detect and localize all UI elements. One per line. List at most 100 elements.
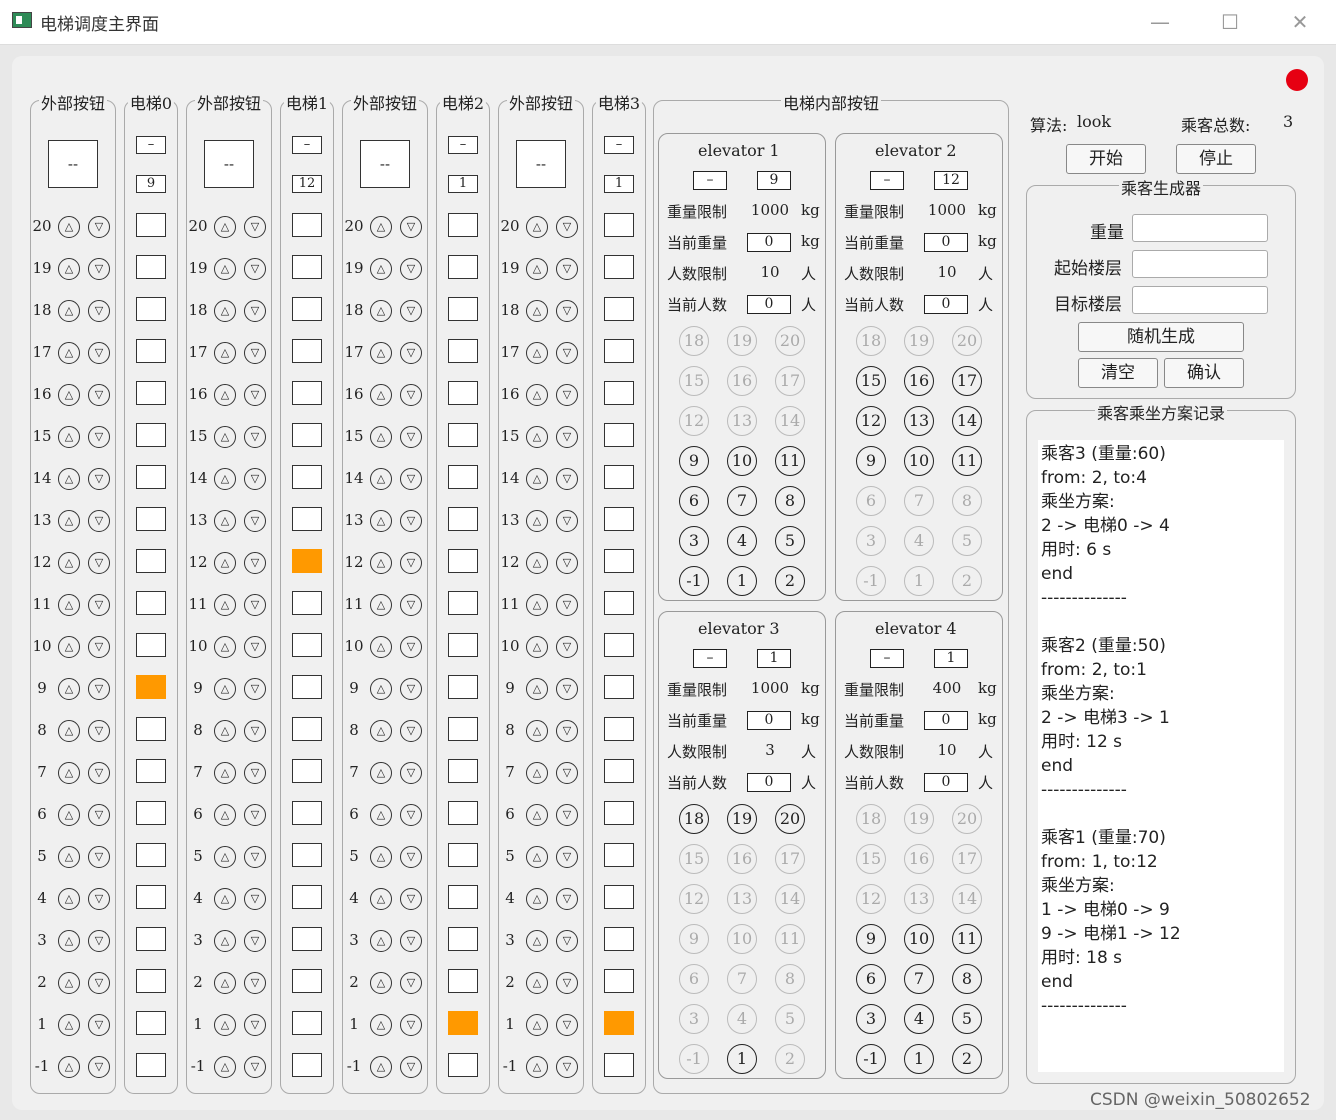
up-arrow-circle-icon[interactable]: △ (214, 510, 236, 532)
floor-button-3[interactable]: 3 (679, 526, 709, 556)
floor-button-10[interactable]: 10 (727, 446, 757, 476)
floor-button-11[interactable]: 11 (775, 446, 805, 476)
floor-button-7[interactable]: 7 (904, 486, 934, 516)
floor-button-4[interactable]: 4 (727, 526, 757, 556)
down-arrow-circle-icon[interactable]: ▽ (400, 804, 422, 826)
up-arrow-circle-icon[interactable]: △ (370, 888, 392, 910)
down-arrow-circle-icon[interactable]: ▽ (244, 762, 266, 784)
floor-button-20[interactable]: 20 (775, 804, 805, 834)
down-arrow-circle-icon[interactable]: ▽ (88, 468, 110, 490)
down-arrow-circle-icon[interactable]: ▽ (400, 552, 422, 574)
up-arrow-circle-icon[interactable]: △ (214, 762, 236, 784)
down-arrow-circle-icon[interactable]: ▽ (244, 888, 266, 910)
floor-button-4[interactable]: 4 (904, 1004, 934, 1034)
down-arrow-circle-icon[interactable]: ▽ (556, 1014, 578, 1036)
up-arrow-circle-icon[interactable]: △ (526, 846, 548, 868)
up-arrow-circle-icon[interactable]: △ (370, 762, 392, 784)
down-arrow-circle-icon[interactable]: ▽ (244, 972, 266, 994)
down-arrow-circle-icon[interactable]: ▽ (88, 636, 110, 658)
floor-button-19[interactable]: 19 (904, 804, 934, 834)
down-arrow-circle-icon[interactable]: ▽ (400, 1014, 422, 1036)
up-arrow-circle-icon[interactable]: △ (58, 426, 80, 448)
floor-button-11[interactable]: 11 (952, 924, 982, 954)
floor-button-8[interactable]: 8 (952, 964, 982, 994)
up-arrow-circle-icon[interactable]: △ (58, 510, 80, 532)
up-arrow-circle-icon[interactable]: △ (370, 804, 392, 826)
up-arrow-circle-icon[interactable]: △ (370, 1014, 392, 1036)
floor-button-3[interactable]: 3 (856, 526, 886, 556)
down-arrow-circle-icon[interactable]: ▽ (244, 846, 266, 868)
floor-button-6[interactable]: 6 (679, 964, 709, 994)
floor-button-20[interactable]: 20 (952, 804, 982, 834)
floor-button-8[interactable]: 8 (775, 486, 805, 516)
down-arrow-circle-icon[interactable]: ▽ (88, 720, 110, 742)
down-arrow-circle-icon[interactable]: ▽ (244, 720, 266, 742)
floor-button-6[interactable]: 6 (856, 964, 886, 994)
floor-button-15[interactable]: 15 (856, 366, 886, 396)
up-arrow-circle-icon[interactable]: △ (370, 1056, 392, 1078)
floor-button-12[interactable]: 12 (679, 406, 709, 436)
down-arrow-circle-icon[interactable]: ▽ (556, 594, 578, 616)
confirm-button[interactable]: 确认 (1164, 358, 1244, 388)
floor-button-13[interactable]: 13 (727, 884, 757, 914)
down-arrow-circle-icon[interactable]: ▽ (400, 426, 422, 448)
down-arrow-circle-icon[interactable]: ▽ (88, 510, 110, 532)
floor-button-19[interactable]: 19 (727, 804, 757, 834)
floor-button-9[interactable]: 9 (679, 446, 709, 476)
up-arrow-circle-icon[interactable]: △ (58, 468, 80, 490)
ride-log-text[interactable]: 乘客3 (重量:60) from: 2, to:4 乘坐方案: 2 -> 电梯0 ->… (1038, 440, 1284, 1072)
up-arrow-circle-icon[interactable]: △ (214, 930, 236, 952)
up-arrow-circle-icon[interactable]: △ (526, 720, 548, 742)
minimize-button[interactable]: — (1140, 8, 1180, 36)
floor-button-6[interactable]: 6 (856, 486, 886, 516)
down-arrow-circle-icon[interactable]: ▽ (400, 678, 422, 700)
up-arrow-circle-icon[interactable]: △ (526, 972, 548, 994)
floor-button-18[interactable]: 18 (679, 326, 709, 356)
up-arrow-circle-icon[interactable]: △ (526, 636, 548, 658)
up-arrow-circle-icon[interactable]: △ (526, 342, 548, 364)
up-arrow-circle-icon[interactable]: △ (58, 258, 80, 280)
up-arrow-circle-icon[interactable]: △ (526, 216, 548, 238)
down-arrow-circle-icon[interactable]: ▽ (556, 804, 578, 826)
up-arrow-circle-icon[interactable]: △ (370, 552, 392, 574)
up-arrow-circle-icon[interactable]: △ (214, 552, 236, 574)
up-arrow-circle-icon[interactable]: △ (214, 636, 236, 658)
floor-button-14[interactable]: 14 (775, 406, 805, 436)
up-arrow-circle-icon[interactable]: △ (214, 342, 236, 364)
floor-button-18[interactable]: 18 (856, 326, 886, 356)
up-arrow-circle-icon[interactable]: △ (526, 804, 548, 826)
down-arrow-circle-icon[interactable]: ▽ (556, 510, 578, 532)
down-arrow-circle-icon[interactable]: ▽ (400, 216, 422, 238)
up-arrow-circle-icon[interactable]: △ (370, 300, 392, 322)
down-arrow-circle-icon[interactable]: ▽ (556, 426, 578, 448)
floor-button-15[interactable]: 15 (679, 366, 709, 396)
floor-button-5[interactable]: 5 (775, 1004, 805, 1034)
down-arrow-circle-icon[interactable]: ▽ (556, 1056, 578, 1078)
up-arrow-circle-icon[interactable]: △ (58, 720, 80, 742)
down-arrow-circle-icon[interactable]: ▽ (556, 762, 578, 784)
up-arrow-circle-icon[interactable]: △ (214, 300, 236, 322)
up-arrow-circle-icon[interactable]: △ (370, 510, 392, 532)
up-arrow-circle-icon[interactable]: △ (526, 258, 548, 280)
weight-input[interactable] (1132, 214, 1268, 242)
floor-button-4[interactable]: 4 (727, 1004, 757, 1034)
down-arrow-circle-icon[interactable]: ▽ (556, 258, 578, 280)
down-arrow-circle-icon[interactable]: ▽ (244, 678, 266, 700)
down-arrow-circle-icon[interactable]: ▽ (556, 636, 578, 658)
up-arrow-circle-icon[interactable]: △ (58, 888, 80, 910)
floor-button--1[interactable]: -1 (856, 1044, 886, 1074)
down-arrow-circle-icon[interactable]: ▽ (88, 888, 110, 910)
up-arrow-circle-icon[interactable]: △ (214, 384, 236, 406)
floor-button-14[interactable]: 14 (952, 406, 982, 436)
up-arrow-circle-icon[interactable]: △ (58, 636, 80, 658)
floor-button--1[interactable]: -1 (679, 566, 709, 596)
down-arrow-circle-icon[interactable]: ▽ (88, 762, 110, 784)
floor-button--1[interactable]: -1 (679, 1044, 709, 1074)
floor-button-9[interactable]: 9 (679, 924, 709, 954)
down-arrow-circle-icon[interactable]: ▽ (400, 972, 422, 994)
up-arrow-circle-icon[interactable]: △ (370, 930, 392, 952)
down-arrow-circle-icon[interactable]: ▽ (88, 426, 110, 448)
floor-button-4[interactable]: 4 (904, 526, 934, 556)
down-arrow-circle-icon[interactable]: ▽ (400, 594, 422, 616)
floor-button-11[interactable]: 11 (775, 924, 805, 954)
